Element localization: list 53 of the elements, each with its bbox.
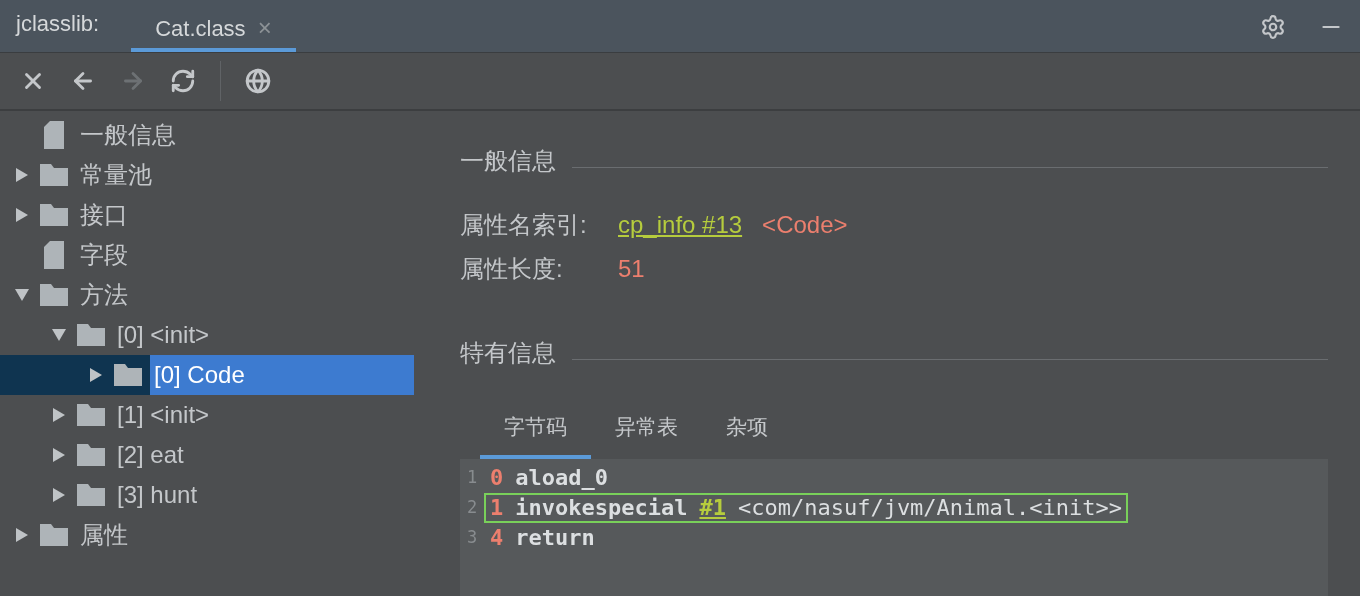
file-tab[interactable]: Cat.class ×: [131, 8, 296, 52]
tree-item[interactable]: 方法: [76, 275, 132, 315]
collapsed-arrow-icon[interactable]: [52, 447, 66, 463]
web-icon[interactable]: [245, 68, 271, 94]
section-heading: 特有信息: [460, 338, 556, 368]
folder-icon: [40, 204, 68, 226]
file-icon: [44, 241, 64, 269]
tree-item[interactable]: [0] <init>: [113, 315, 214, 355]
collapsed-arrow-icon[interactable]: [15, 527, 29, 543]
folder-icon: [40, 164, 68, 186]
offset: 0: [490, 464, 504, 492]
folder-icon: [77, 484, 105, 506]
collapsed-arrow-icon[interactable]: [89, 367, 103, 383]
tree-item[interactable]: [1] <init>: [113, 395, 214, 435]
expanded-arrow-icon[interactable]: [51, 328, 67, 342]
app-title: jclasslib:: [16, 10, 100, 38]
file-icon: [44, 121, 64, 149]
folder-icon: [77, 324, 105, 346]
opcode: aload_0: [515, 464, 608, 492]
opcode: invokespecial: [515, 494, 688, 522]
field-label: 属性长度:: [460, 254, 564, 284]
tab[interactable]: 杂项: [702, 411, 792, 459]
field-label: 属性名索引:: [460, 210, 588, 240]
section-heading: 一般信息: [460, 146, 556, 176]
refresh-icon[interactable]: [170, 68, 196, 94]
tree-item[interactable]: [3] hunt: [113, 475, 202, 515]
settings-icon[interactable]: [1260, 14, 1286, 40]
folder-icon: [40, 524, 68, 546]
constant-pool-link[interactable]: cp_info #13: [618, 207, 743, 243]
opcode: return: [515, 524, 595, 552]
folder-icon: [77, 404, 105, 426]
tree-item[interactable]: 字段: [76, 235, 132, 275]
offset: 4: [490, 524, 504, 552]
collapsed-arrow-icon[interactable]: [15, 207, 29, 223]
tree-item[interactable]: 常量池: [76, 155, 156, 195]
collapsed-arrow-icon[interactable]: [52, 407, 66, 423]
folder-icon: [77, 444, 105, 466]
reference-link[interactable]: #1: [699, 491, 726, 524]
folder-icon: [40, 284, 68, 306]
tree-item[interactable]: [2] eat: [113, 435, 188, 475]
tab[interactable]: 异常表: [591, 411, 702, 459]
expanded-arrow-icon[interactable]: [14, 288, 30, 302]
field-value: 51: [618, 254, 645, 284]
tree-item[interactable]: 一般信息: [76, 115, 180, 155]
folder-icon: [114, 364, 142, 386]
field-value: <Code>: [762, 210, 848, 240]
instruction-comment: <com/nasuf/jvm/Animal.<init>>: [737, 494, 1123, 522]
tree-item[interactable]: 属性: [76, 515, 132, 555]
collapsed-arrow-icon[interactable]: [15, 167, 29, 183]
collapsed-arrow-icon[interactable]: [52, 487, 66, 503]
offset: 1: [490, 494, 504, 522]
tree-item[interactable]: 接口: [76, 195, 132, 235]
tree-item[interactable]: [0] Code: [150, 355, 414, 395]
